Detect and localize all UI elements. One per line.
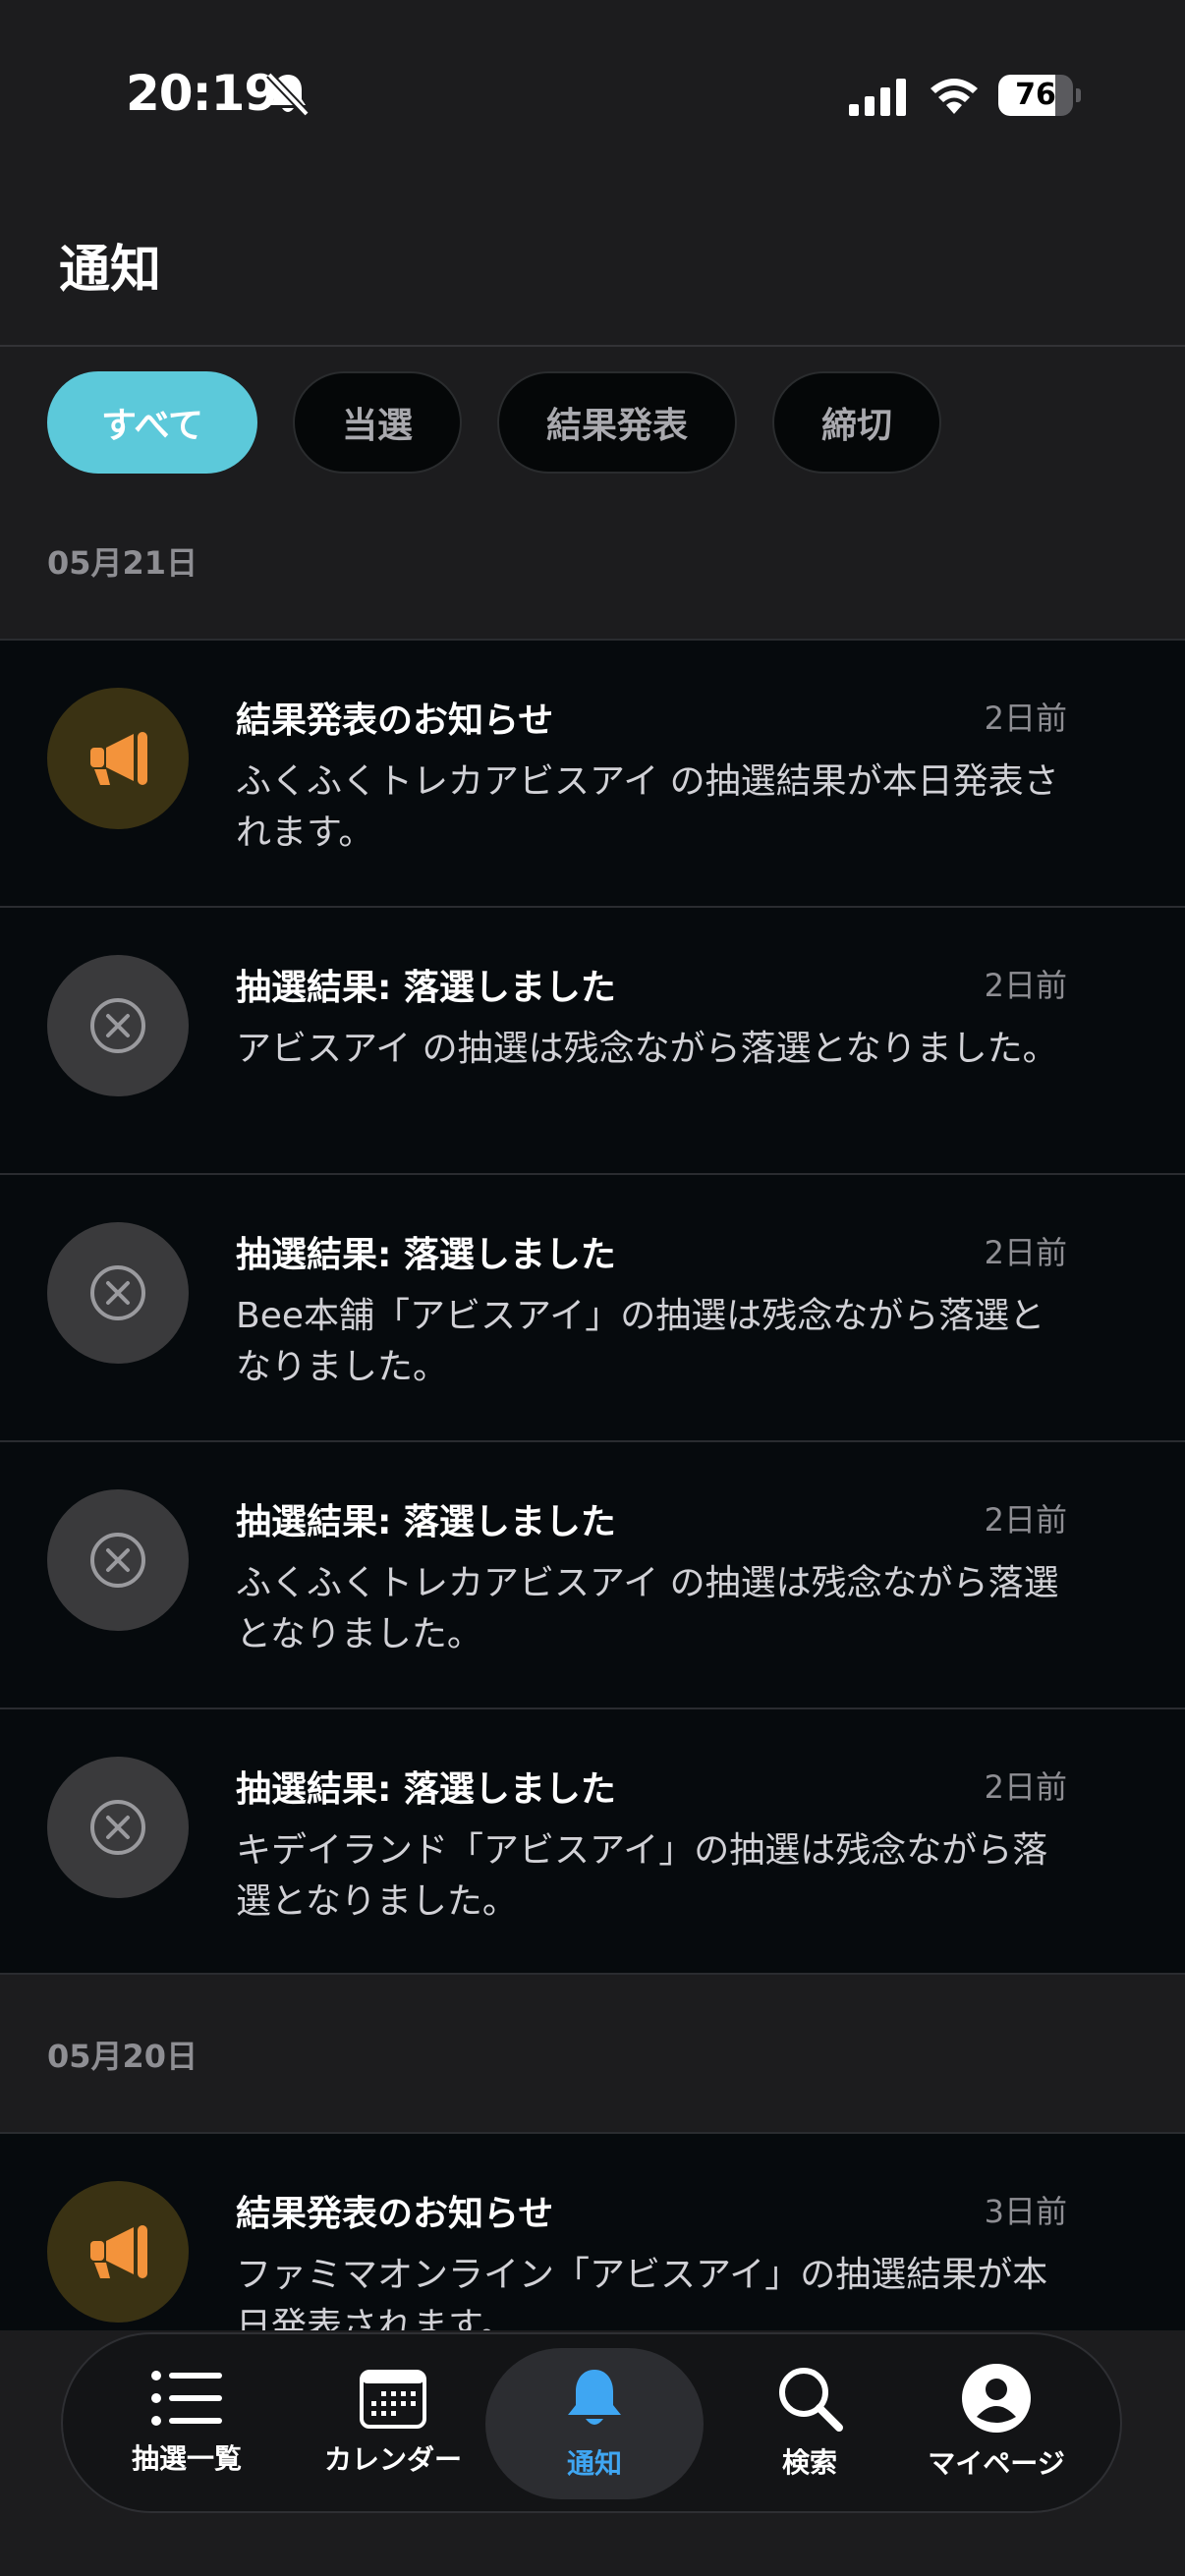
tab-label: カレンダー: [323, 2443, 462, 2476]
date-header: 05月21日: [47, 544, 198, 582]
status-bar: 20:19 76: [0, 0, 1185, 187]
tab-calendar[interactable]: カレンダー: [305, 2334, 481, 2511]
notification-title: 結果発表のお知らせ: [236, 2194, 554, 2234]
tab-lottery-list[interactable]: 抽選一覧: [108, 2334, 265, 2511]
x-circle-icon: [47, 955, 189, 1096]
x-circle-icon: [47, 1489, 189, 1631]
tab-label: 検索: [781, 2446, 837, 2479]
notification-time: 2日前: [984, 967, 1067, 1004]
notification-time: 2日前: [984, 1501, 1067, 1539]
battery-icon: 76: [998, 75, 1081, 116]
tab-notifications[interactable]: 通知: [485, 2348, 704, 2499]
notification-item[interactable]: 抽選結果: 落選しました 2日前ふくふくトレカアビスアイ の抽選は残念ながら落選と…: [0, 1440, 1185, 1708]
notification-body: Bee本舗「アビスアイ」の抽選は残念ながら落選となりました。: [236, 1296, 1045, 1387]
notification-time: 2日前: [984, 1234, 1067, 1271]
tab-bar: 抽選一覧 カレンダー 通知 検索 マイページ: [61, 2332, 1122, 2513]
notification-item[interactable]: 抽選結果: 落選しました 2日前キデイランド「アビスアイ」の抽選は残念ながら落選と…: [0, 1708, 1185, 1975]
notification-title: 結果発表のお知らせ: [236, 700, 554, 741]
notification-body: アビスアイ の抽選は残念ながら落選となりました。: [236, 1029, 1058, 1069]
header-divider: [0, 345, 1185, 347]
tab-label: マイページ: [928, 2447, 1065, 2480]
filter-all[interactable]: すべて: [47, 371, 257, 474]
notification-time: 3日前: [984, 2193, 1067, 2230]
notification-title: 抽選結果: 落選しました: [236, 968, 616, 1008]
filter-chips: すべて 当選 結果発表 締切: [47, 371, 942, 474]
tab-label: 通知: [566, 2447, 622, 2480]
notification-title: 抽選結果: 落選しました: [236, 1502, 616, 1542]
notification-item[interactable]: 結果発表のお知らせ 2日前ふくふくトレカアビスアイ の抽選結果が本日発表されます。: [0, 639, 1185, 906]
signal-icon: [849, 79, 906, 116]
notification-body: ふくふくトレカアビスアイ の抽選結果が本日発表されます。: [236, 761, 1059, 853]
tab-search[interactable]: 検索: [731, 2334, 888, 2511]
notification-item[interactable]: 抽選結果: 落選しました 2日前 Bee本舗「アビスアイ」の抽選は残念ながら落選とな…: [0, 1173, 1185, 1440]
status-time: 20:19: [126, 65, 278, 122]
notification-body: キデイランド「アビスアイ」の抽選は残念ながら落選となりました。: [236, 1830, 1048, 1922]
notification-body: ふくふくトレカアビスアイ の抽選は残念ながら落選となりました。: [236, 1563, 1059, 1654]
x-circle-icon: [47, 1222, 189, 1364]
search-icon: [779, 2368, 843, 2432]
megaphone-icon: [47, 688, 189, 829]
notification-time: 2日前: [984, 700, 1067, 737]
notification-title: 抽選結果: 落選しました: [236, 1769, 616, 1810]
notification-time: 2日前: [984, 1768, 1067, 1806]
tab-mypage[interactable]: マイページ: [918, 2334, 1075, 2511]
notification-list: 結果発表のお知らせ 2日前 ふくふくトレカアビスアイ の抽選結果が本日発表されます。…: [0, 639, 1185, 1975]
bell-icon: [568, 2370, 621, 2425]
page-title: 通知: [59, 241, 162, 300]
calendar-icon: [360, 2370, 426, 2429]
bell-slash-icon: [266, 72, 310, 117]
tab-label: 抽選一覧: [131, 2442, 242, 2475]
x-circle-icon: [47, 1757, 189, 1898]
megaphone-icon: [47, 2181, 189, 2323]
filter-win[interactable]: 当選: [293, 371, 463, 474]
filter-result[interactable]: 結果発表: [497, 371, 738, 474]
person-icon: [962, 2364, 1031, 2433]
filter-deadline[interactable]: 締切: [772, 371, 942, 474]
date-header: 05月20日: [47, 2038, 198, 2075]
battery-percent: 76: [1015, 78, 1056, 112]
notification-title: 抽選結果: 落選しました: [236, 1235, 616, 1275]
notification-item[interactable]: 抽選結果: 落選しました 2日前アビスアイ の抽選は残念ながら落選となりました。: [0, 906, 1185, 1173]
wifi-icon: [931, 79, 978, 114]
list-icon: [151, 2371, 222, 2426]
